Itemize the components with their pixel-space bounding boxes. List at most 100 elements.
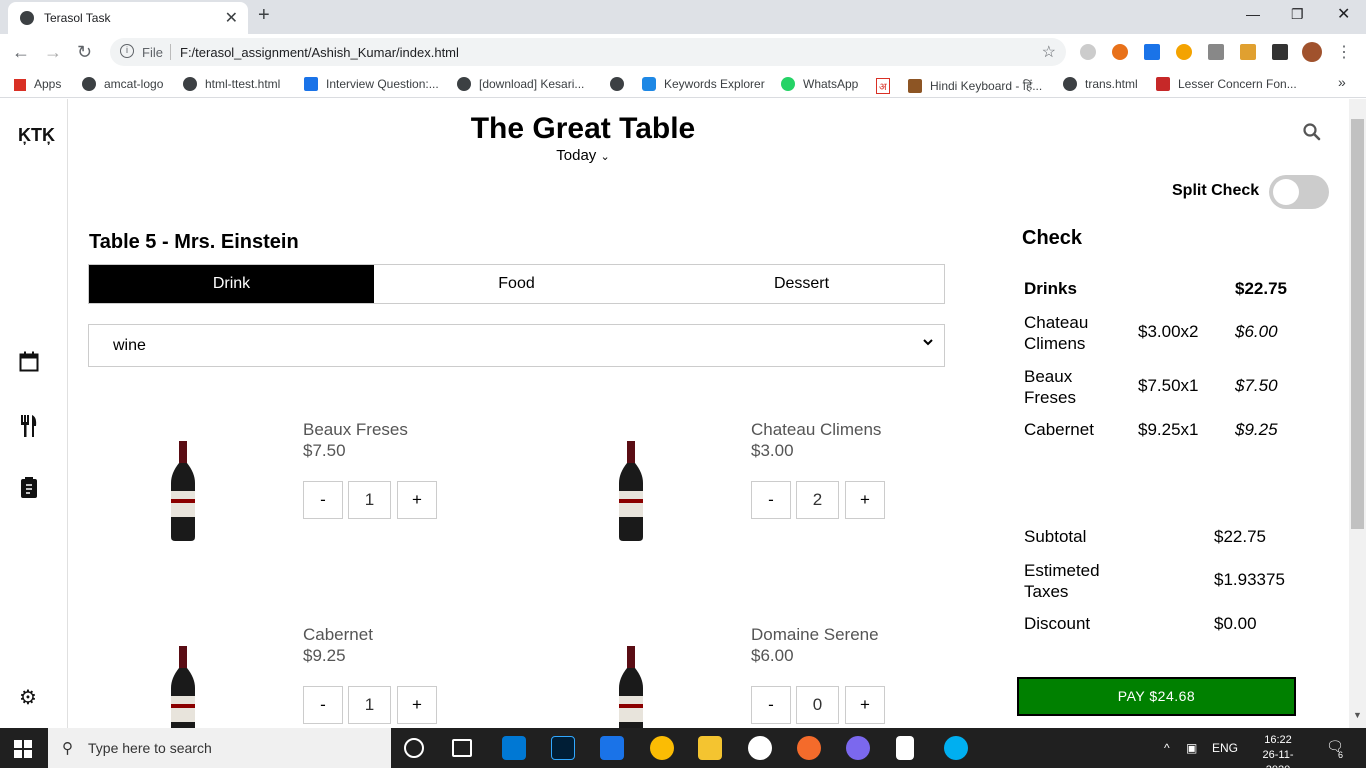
bookmark-html-ttest[interactable]: html-ttest.html [183, 77, 280, 91]
extension-gray-icon[interactable] [1208, 44, 1224, 60]
new-tab-button[interactable]: + [258, 4, 270, 27]
product-price: $6.00 [751, 646, 794, 665]
product-name: Cabernet [303, 625, 373, 644]
globe-icon [457, 77, 471, 91]
bookmark-trans[interactable]: trans.html [1063, 77, 1138, 91]
close-tab-icon[interactable]: ✕ [225, 8, 238, 28]
increase-qty-button[interactable]: + [845, 481, 885, 519]
bookmark-star-icon[interactable]: ☆ [1042, 42, 1056, 62]
search-icon[interactable] [1302, 122, 1322, 142]
bookmark-hindi-letter[interactable]: अ [876, 78, 890, 94]
notepad-icon[interactable] [896, 736, 914, 760]
quantity-value[interactable]: 0 [796, 686, 839, 724]
category-value: wine [113, 337, 146, 354]
back-icon[interactable]: ← [12, 42, 30, 63]
utensils-icon[interactable] [19, 415, 39, 443]
tab-dessert[interactable]: Dessert [659, 265, 944, 303]
increase-qty-button[interactable]: + [397, 481, 437, 519]
increase-qty-button[interactable]: + [397, 686, 437, 724]
bookmark-label: WhatsApp [803, 77, 859, 91]
extension-reddit-icon[interactable] [1112, 44, 1128, 60]
vscode-icon[interactable] [502, 736, 526, 760]
browser-menu-icon[interactable]: ⋮ [1336, 42, 1352, 62]
bookmark-hindi-keyboard[interactable]: Hindi Keyboard - हिं... [908, 77, 1042, 94]
extension-orange-icon[interactable] [1176, 44, 1192, 60]
extension-puzzle-blue-icon[interactable] [1144, 44, 1160, 60]
scroll-down-arrow-icon[interactable]: ▼ [1353, 710, 1362, 720]
extensions-puzzle-icon[interactable] [1272, 44, 1288, 60]
bookmark-kesari[interactable]: [download] Kesari... [457, 77, 584, 91]
menu-tabs: Drink Food Dessert [88, 264, 945, 304]
pay-button[interactable]: PAY $24.68 [1017, 677, 1296, 716]
decrease-qty-button[interactable]: - [751, 481, 791, 519]
decrease-qty-button[interactable]: - [303, 686, 343, 724]
browser-tab[interactable]: Terasol Task ✕ [8, 2, 248, 34]
check-section-label: Drinks [1024, 279, 1077, 298]
scrollbar-thumb[interactable] [1351, 119, 1364, 529]
forward-icon[interactable]: → [44, 42, 62, 63]
tab-food[interactable]: Food [374, 265, 659, 303]
close-window-icon[interactable]: ✕ [1337, 4, 1350, 24]
bookmark-interview-question[interactable]: Interview Question:... [304, 77, 439, 91]
quantity-value[interactable]: 2 [796, 481, 839, 519]
quantity-value[interactable]: 1 [348, 481, 391, 519]
windows-start-icon[interactable] [14, 740, 32, 758]
check-title: Check [1022, 227, 1083, 249]
calendar-icon[interactable] [19, 351, 39, 379]
minimize-icon[interactable]: — [1246, 6, 1260, 22]
mongodb-icon[interactable] [748, 736, 772, 760]
increase-qty-button[interactable]: + [845, 686, 885, 724]
info-bookmark-icon [304, 77, 318, 91]
extension-wand-icon[interactable] [1240, 44, 1256, 60]
bookmark-label: Hindi Keyboard - हिं... [930, 79, 1043, 93]
check-item-unit: $9.25x1 [1138, 420, 1199, 439]
chrome-icon[interactable] [650, 736, 674, 760]
split-check-toggle[interactable] [1269, 175, 1329, 209]
bookmark-amcat-logo[interactable]: amcat-logo [82, 77, 163, 91]
extension-k-icon[interactable] [1080, 44, 1096, 60]
url-text[interactable]: F:/terasol_assignment/Ashish_Kumar/index… [180, 45, 459, 60]
tray-chevron-icon[interactable]: ^ [1164, 741, 1170, 755]
receipt-icon[interactable] [19, 477, 39, 505]
date-filter-dropdown[interactable]: Today ⌄ [540, 147, 626, 164]
page-scrollbar[interactable]: ▼ [1349, 99, 1366, 728]
bookmark-lesser-concern[interactable]: Lesser Concern Fon... [1156, 77, 1297, 91]
skype-icon[interactable] [944, 736, 968, 760]
more-bookmarks-icon[interactable]: » [1338, 74, 1346, 90]
cortana-icon[interactable] [404, 738, 424, 758]
bookmark-untitled[interactable] [610, 77, 632, 91]
file-explorer-icon[interactable] [698, 736, 722, 760]
decrease-qty-button[interactable]: - [751, 686, 791, 724]
product-name: Domaine Serene [751, 625, 879, 644]
language-indicator[interactable]: ENG [1212, 741, 1238, 755]
bookmark-label: html-ttest.html [205, 77, 281, 91]
check-item-total: $9.25 [1235, 420, 1278, 439]
photoshop-icon[interactable] [551, 736, 575, 760]
bookmark-whatsapp[interactable]: WhatsApp [781, 77, 858, 91]
tab-drink[interactable]: Drink [89, 265, 374, 303]
postman-icon[interactable] [797, 736, 821, 760]
brand-logo-icon[interactable]: ĶTĶ [18, 125, 55, 146]
network-icon[interactable]: ▣ [1186, 741, 1197, 755]
discount-label: Discount [1024, 614, 1091, 633]
settings-gear-icon[interactable]: ⚙ [19, 685, 37, 710]
address-bar[interactable]: i File F:/terasol_assignment/Ashish_Kuma… [110, 38, 1066, 66]
notification-count: 6 [1338, 750, 1344, 760]
taskbar-clock[interactable]: 16:22 26-11-2020 [1252, 733, 1304, 778]
info-icon[interactable]: i [120, 44, 134, 58]
subtotal-value: $22.75 [1214, 527, 1266, 546]
quantity-value[interactable]: 1 [348, 686, 391, 724]
bookmark-keywords-explorer[interactable]: Keywords Explorer [642, 77, 765, 91]
check-item-name: Chateau Climens [1024, 313, 1089, 353]
product-price: $9.25 [303, 646, 346, 665]
reload-icon[interactable]: ↻ [77, 42, 92, 63]
github-desktop-icon[interactable] [846, 736, 870, 760]
maximize-icon[interactable]: ❐ [1291, 6, 1304, 23]
taskbar-search[interactable]: ⚲ Type here to search [48, 728, 391, 768]
bookmark-apps[interactable]: Apps [14, 77, 61, 91]
task-view-icon[interactable] [452, 739, 472, 757]
decrease-qty-button[interactable]: - [303, 481, 343, 519]
profile-avatar[interactable] [1302, 42, 1322, 62]
category-select[interactable]: wine [88, 324, 945, 367]
app-window-icon[interactable] [600, 736, 624, 760]
